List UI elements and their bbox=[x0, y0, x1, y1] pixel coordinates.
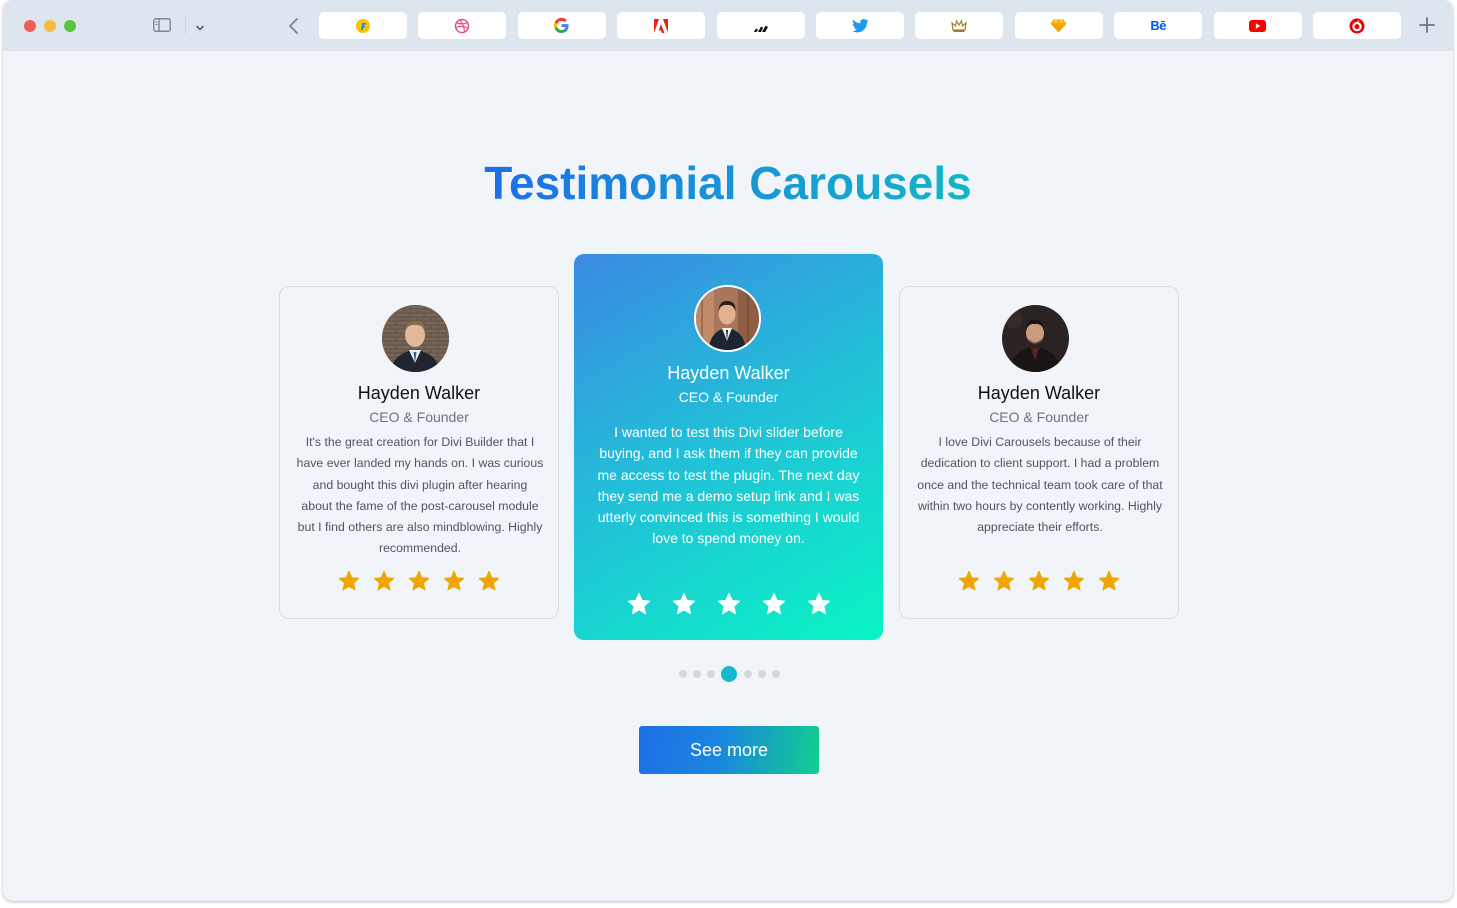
browser-tab[interactable] bbox=[915, 12, 1004, 39]
browser-toolbar: Bē bbox=[3, 0, 1453, 51]
star-icon bbox=[717, 592, 740, 615]
see-more-button[interactable]: See more bbox=[639, 726, 819, 774]
browser-tab[interactable] bbox=[1313, 12, 1401, 39]
avatar bbox=[1002, 305, 1069, 372]
pagination-dot[interactable] bbox=[693, 670, 701, 678]
minimize-window-button[interactable] bbox=[44, 20, 56, 32]
chevron-down-icon[interactable] bbox=[195, 20, 205, 31]
quote-line: It's the great creation for Divi Builder… bbox=[305, 435, 535, 449]
adidas-icon bbox=[753, 19, 769, 33]
testimonial-card-right[interactable]: Hayden Walker CEO & Founder I love Divi … bbox=[899, 286, 1179, 619]
quote-line: love to spend money on. bbox=[652, 530, 805, 547]
reviewer-role: CEO & Founder bbox=[678, 389, 779, 405]
star-icon bbox=[993, 570, 1015, 591]
google-icon bbox=[553, 17, 570, 34]
avatar bbox=[382, 305, 449, 372]
star-icon bbox=[373, 570, 395, 591]
testimonial-quote: It's the great creation for Divi Builder… bbox=[286, 432, 554, 560]
quote-line: and bought this divi plugin after hearin… bbox=[312, 477, 528, 492]
browser-tab[interactable] bbox=[517, 12, 606, 39]
behance-icon: Bē bbox=[1150, 18, 1166, 33]
avatar bbox=[694, 285, 761, 352]
quote-line: once and the technical team took care of… bbox=[917, 477, 1163, 492]
pagination-dot[interactable] bbox=[707, 670, 715, 678]
reviewer-name: Hayden Walker bbox=[667, 363, 790, 383]
browser-tab[interactable] bbox=[1014, 12, 1103, 39]
reviewer-role: CEO & Founder bbox=[989, 409, 1089, 425]
testimonial-card-left[interactable]: Hayden Walker CEO & Founder It's the gre… bbox=[279, 286, 559, 619]
testimonial-quote: I love Divi Carousels because of their d… bbox=[906, 432, 1174, 538]
pagination-dot[interactable] bbox=[758, 670, 766, 678]
quote-line: have ever landed my hands on. I was curi… bbox=[296, 456, 544, 471]
pagination-dot[interactable] bbox=[744, 670, 752, 678]
browser-tab[interactable] bbox=[816, 12, 904, 39]
star-icon bbox=[958, 570, 980, 591]
twitter-icon bbox=[851, 18, 869, 33]
browser-tab[interactable] bbox=[319, 12, 407, 39]
quote-line: recommended. bbox=[378, 541, 462, 556]
quote-line: but I find others are also mindblowing. … bbox=[297, 520, 543, 535]
reviewer-role: CEO & Founder bbox=[369, 409, 469, 425]
toolbar-divider bbox=[185, 16, 186, 34]
quote-line: I wanted to test this Divi slider before bbox=[614, 424, 843, 440]
star-icon bbox=[443, 570, 465, 591]
quote-line: I love Divi Carousels because of their bbox=[938, 435, 1142, 449]
sidebar-toggle-icon[interactable] bbox=[153, 18, 171, 32]
quote-line: me access to test the plugin. The next d… bbox=[597, 466, 860, 483]
page-title: Testimonial Carousels bbox=[3, 153, 1453, 213]
browser-tab[interactable] bbox=[418, 12, 507, 39]
browser-tab[interactable]: Bē bbox=[1114, 12, 1203, 39]
testimonial-card-active[interactable]: Hayden Walker CEO & Founder I wanted to … bbox=[574, 254, 883, 640]
star-rating bbox=[900, 570, 1178, 592]
rolex-icon bbox=[951, 18, 968, 33]
star-icon bbox=[408, 570, 430, 591]
star-icon bbox=[627, 592, 650, 615]
reviewer-name: Hayden Walker bbox=[977, 383, 1101, 403]
star-rating bbox=[280, 570, 558, 592]
sketch-icon bbox=[1050, 18, 1067, 33]
flipkart-icon bbox=[355, 18, 371, 34]
star-icon bbox=[1098, 570, 1120, 591]
new-tab-plus-icon[interactable] bbox=[1417, 14, 1437, 36]
vodafone-icon bbox=[1349, 18, 1365, 34]
quote-line: appreciate their efforts. bbox=[977, 520, 1103, 535]
adobe-icon bbox=[653, 18, 669, 34]
quote-line: buying, and I ask them if they can provi… bbox=[599, 445, 858, 462]
pagination-dot[interactable] bbox=[679, 670, 687, 678]
dribbble-icon bbox=[454, 18, 470, 34]
quote-line: utterly convinced this is something I wo… bbox=[597, 509, 860, 526]
star-icon bbox=[807, 592, 830, 615]
reviewer-name: Hayden Walker bbox=[357, 383, 481, 403]
page-title-text: Testimonial Carousels bbox=[484, 157, 972, 209]
star-icon bbox=[478, 570, 500, 591]
star-icon bbox=[762, 592, 785, 615]
quote-line: within two hours by contently working. H… bbox=[918, 498, 1162, 513]
back-arrow-icon[interactable] bbox=[287, 16, 301, 36]
maximize-window-button[interactable] bbox=[64, 20, 76, 32]
browser-tab[interactable] bbox=[716, 12, 805, 39]
pagination-dot-active[interactable] bbox=[721, 666, 737, 682]
quote-line: dedication to client support. I had a pr… bbox=[920, 456, 1160, 471]
browser-window: Bē Testimonial Carousels Hayden Walker C… bbox=[3, 0, 1453, 901]
star-icon bbox=[672, 592, 695, 615]
browser-tab[interactable] bbox=[1213, 12, 1302, 39]
star-icon bbox=[338, 570, 360, 591]
star-icon bbox=[1063, 570, 1085, 591]
pagination-dot[interactable] bbox=[772, 670, 780, 678]
star-icon bbox=[1028, 570, 1050, 591]
quote-line: they send me a demo setup link and I was bbox=[597, 487, 860, 504]
close-window-button[interactable] bbox=[24, 20, 36, 32]
quote-line: about the fame of the post-carousel modu… bbox=[301, 498, 539, 513]
browser-tab[interactable] bbox=[617, 12, 706, 39]
youtube-icon bbox=[1249, 19, 1267, 32]
star-rating bbox=[574, 592, 883, 616]
testimonial-quote: I wanted to test this Divi slider before… bbox=[580, 422, 877, 550]
